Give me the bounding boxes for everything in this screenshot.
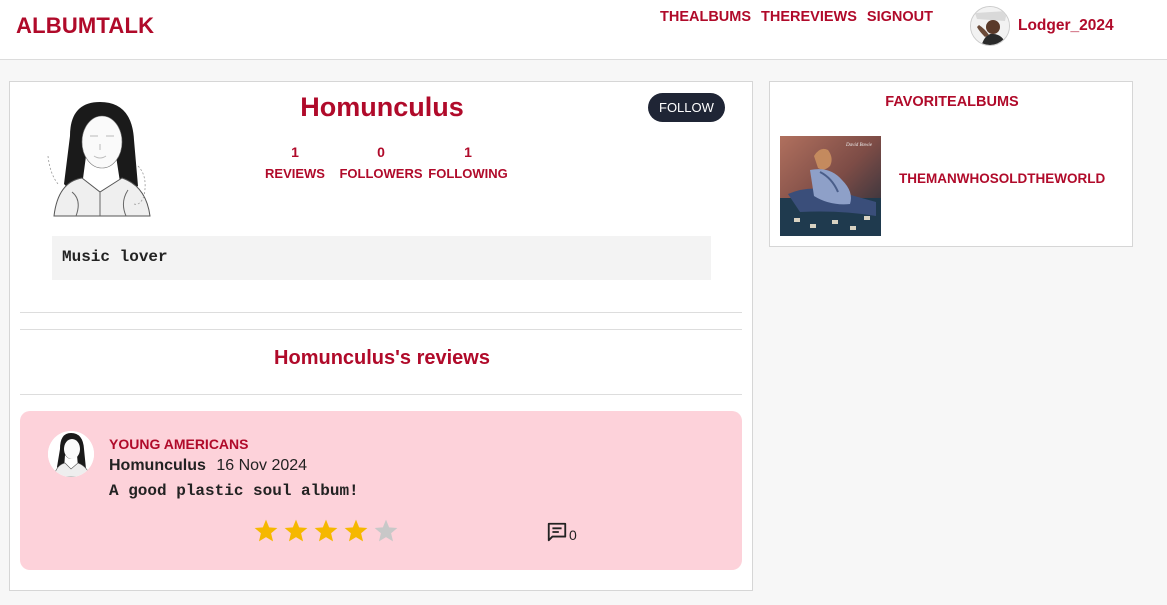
section-divider — [20, 394, 742, 395]
reviews-heading: Homunculus's reviews — [274, 347, 490, 369]
main-nav: THEALBUMS THEREVIEWS SIGNOUT — [660, 9, 933, 25]
stat-reviews-label: REVIEWS — [265, 166, 325, 181]
review-card: YOUNG AMERICANS Homunculus 16 Nov 2024 A… — [20, 411, 742, 570]
current-user-menu[interactable]: Lodger_2024 — [970, 6, 1114, 46]
stat-following[interactable]: 1 FOLLOWING — [426, 144, 510, 181]
follow-button[interactable]: FOLLOW — [648, 93, 725, 122]
review-meta: Homunculus 16 Nov 2024 — [109, 457, 307, 475]
stat-reviews-count: 1 — [291, 144, 299, 160]
stat-following-count: 1 — [464, 144, 472, 160]
profile-username: Homunculus — [300, 92, 464, 122]
section-divider — [20, 312, 742, 313]
star-filled-icon — [284, 519, 308, 542]
stat-followers-label: FOLLOWERS — [339, 166, 423, 181]
star-filled-icon — [314, 519, 338, 542]
star-empty-icon — [374, 519, 398, 542]
star-filled-icon — [344, 519, 368, 542]
favorite-album-cover[interactable]: David Bowie — [780, 136, 881, 236]
star-filled-icon — [254, 519, 278, 542]
top-navbar: ALBUMTALK THEALBUMS THEREVIEWS SIGNOUT L… — [0, 0, 1167, 60]
nav-link-reviews[interactable]: THEREVIEWS — [761, 9, 857, 25]
comment-icon — [547, 522, 567, 542]
current-username[interactable]: Lodger_2024 — [1018, 17, 1114, 35]
stat-followers-count: 0 — [377, 144, 385, 160]
profile-bio: Music lover — [52, 236, 711, 280]
current-user-avatar[interactable] — [970, 6, 1010, 46]
stat-reviews[interactable]: 1 REVIEWS — [263, 144, 327, 181]
section-divider — [20, 329, 742, 330]
favorite-album-title[interactable]: THEMANWHOSOLDTHEWORLD — [899, 171, 1105, 186]
svg-text:David Bowie: David Bowie — [845, 143, 873, 148]
favorite-albums-card: FAVORITEALBUMS David Bowie THEMANWHOSOLD… — [769, 81, 1133, 247]
review-date: 16 Nov 2024 — [216, 457, 308, 474]
stat-following-label: FOLLOWING — [428, 166, 508, 181]
review-text: A good plastic soul album! — [109, 482, 359, 500]
brand-logo-link[interactable]: ALBUMTALK — [16, 13, 154, 39]
comment-count: 0 — [569, 527, 577, 543]
nav-link-albums[interactable]: THEALBUMS — [660, 9, 751, 25]
review-author-avatar[interactable] — [48, 431, 94, 477]
profile-card: Homunculus FOLLOW 1 REVIEWS 0 FOLLOWERS … — [9, 81, 753, 591]
review-author[interactable]: Homunculus — [109, 457, 206, 474]
comments-button[interactable]: 0 — [546, 521, 577, 543]
stat-followers[interactable]: 0 FOLLOWERS — [339, 144, 423, 181]
favorite-albums-title: FAVORITEALBUMS — [885, 94, 1019, 110]
nav-link-signout[interactable]: SIGNOUT — [867, 9, 933, 25]
review-rating — [253, 518, 399, 544]
review-album-title[interactable]: YOUNG AMERICANS — [109, 436, 249, 452]
